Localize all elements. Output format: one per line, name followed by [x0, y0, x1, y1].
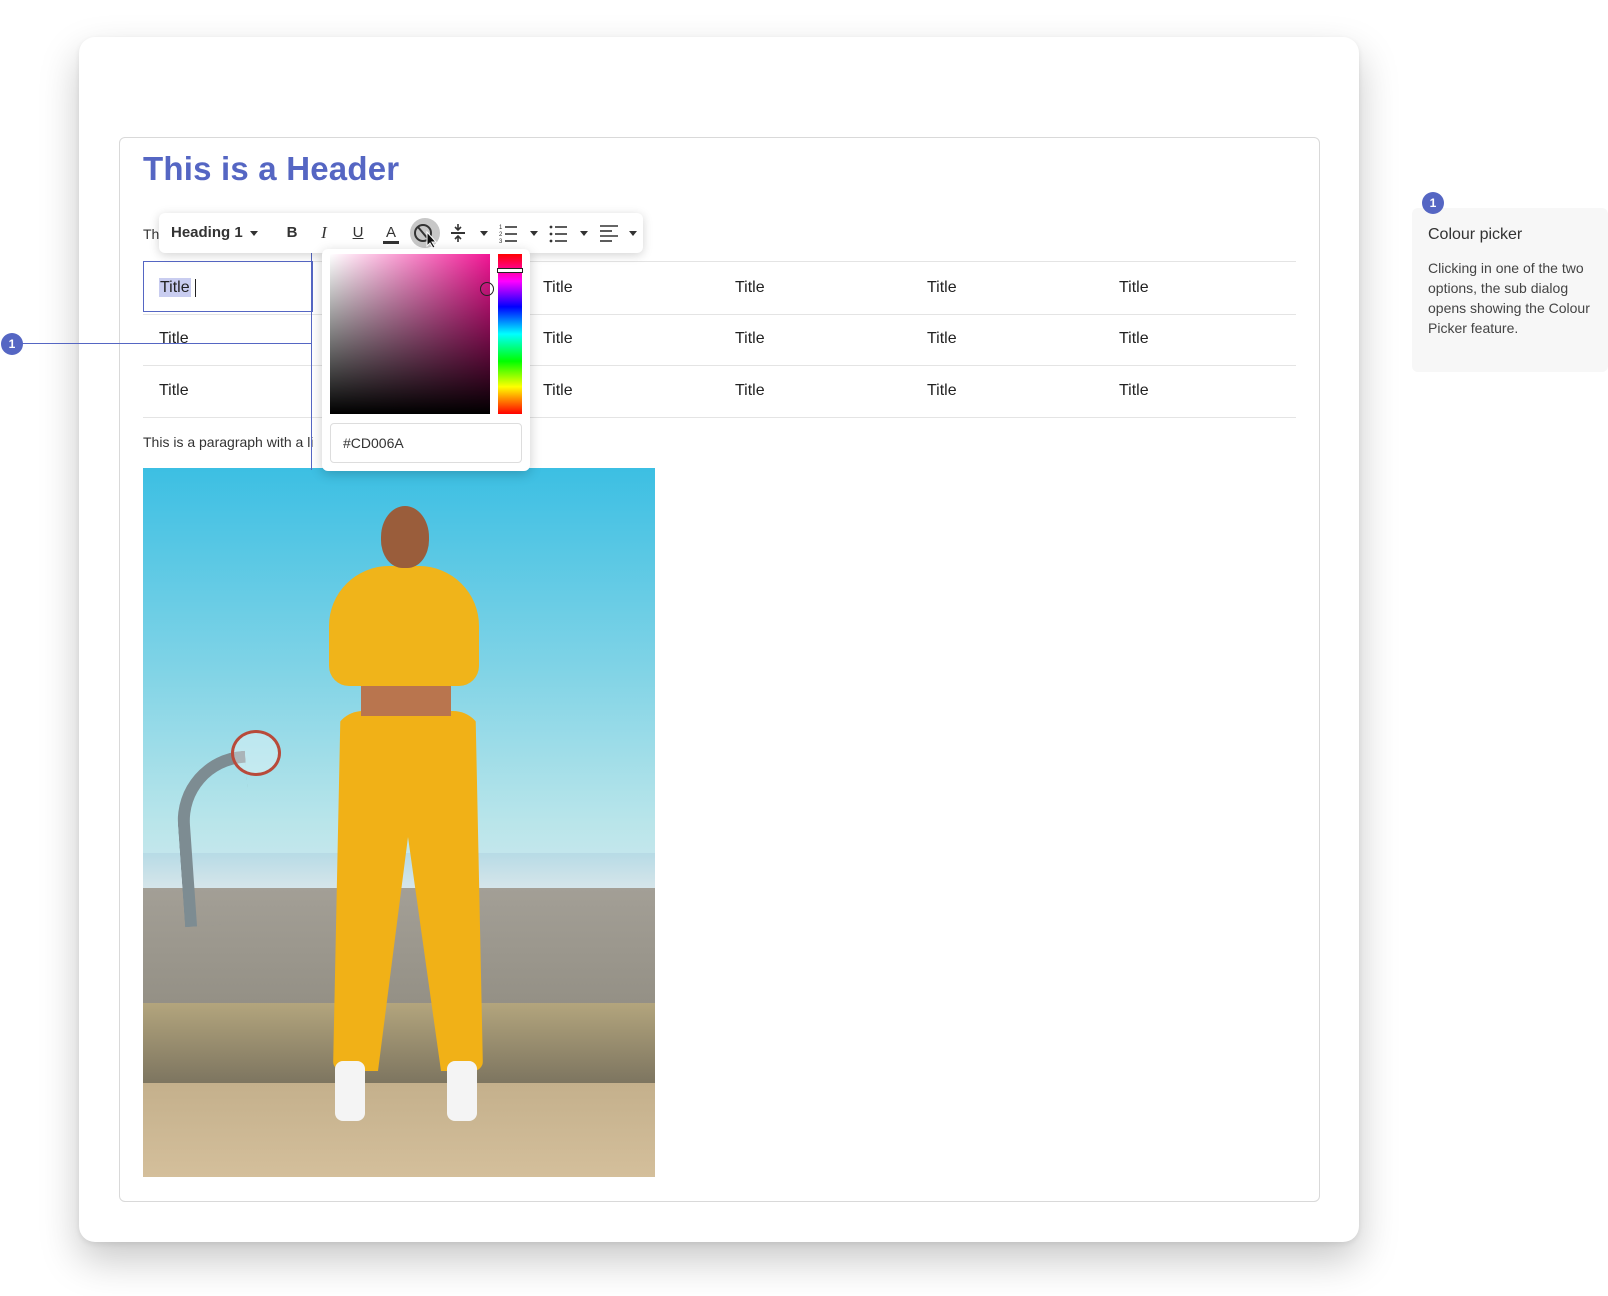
- italic-icon: I: [321, 223, 327, 242]
- annotation-marker: 1: [1, 333, 23, 355]
- annotation-title: Colour picker: [1428, 226, 1523, 243]
- saturation-value-area[interactable]: [330, 254, 494, 414]
- spacing-button[interactable]: [445, 213, 471, 253]
- text-color-icon: A: [385, 224, 396, 241]
- bold-button[interactable]: B: [279, 213, 305, 253]
- underline-icon: U: [352, 224, 364, 241]
- hue-slider[interactable]: [497, 254, 523, 414]
- table-cell[interactable]: Title: [927, 365, 957, 417]
- bulleted-list-button[interactable]: [546, 213, 572, 253]
- spacing-icon: [451, 224, 465, 242]
- block-style-label: Heading 1: [171, 224, 243, 241]
- table-cell[interactable]: Title: [543, 262, 573, 314]
- highlight-color-button[interactable]: [409, 213, 440, 253]
- svg-text:1: 1: [499, 225, 503, 231]
- underline-button[interactable]: U: [345, 213, 371, 253]
- image-boot: [335, 1061, 365, 1121]
- active-cell-outline: [143, 261, 313, 312]
- bulleted-list-icon: [549, 225, 567, 243]
- hue-slider-thumb[interactable]: [497, 268, 523, 273]
- text-color-swatch: [383, 241, 399, 244]
- table-cell[interactable]: Title: [735, 262, 765, 314]
- highlight-color-icon: [414, 224, 438, 249]
- block-style-dropdown[interactable]: Heading 1: [171, 213, 258, 253]
- numbered-list-button[interactable]: 123: [496, 213, 522, 253]
- table-row: Title Title Title Title Title: [143, 261, 1296, 315]
- table-cell[interactable]: Title: [735, 313, 765, 365]
- format-toolbar: Heading 1 B I U A 123: [159, 213, 643, 253]
- italic-button[interactable]: I: [311, 213, 337, 253]
- table-cell[interactable]: Title: [1119, 313, 1149, 365]
- content-image[interactable]: [143, 468, 655, 1177]
- table-cell[interactable]: Title: [1119, 365, 1149, 417]
- intro-paragraph[interactable]: Th: [143, 226, 159, 242]
- table-row: Title Title Title Title Title: [143, 365, 1296, 418]
- table-row: Title Title Title Title Title: [143, 313, 1296, 366]
- saturation-value-handle[interactable]: [480, 282, 494, 296]
- svg-text:2: 2: [499, 232, 503, 238]
- table-cell[interactable]: Title: [735, 365, 765, 417]
- table-cell[interactable]: Title: [159, 365, 189, 417]
- image-hoop-rim: [231, 730, 281, 776]
- annotation-body: Clicking in one of the two options, the …: [1428, 260, 1590, 336]
- image-head: [381, 506, 429, 568]
- table-cell[interactable]: Title: [159, 313, 189, 365]
- table-cell[interactable]: Title: [927, 262, 957, 314]
- bulleted-list-dropdown-icon[interactable]: [580, 231, 588, 236]
- annotation-note: Colour picker Clicking in one of the two…: [1412, 208, 1608, 372]
- document-heading[interactable]: This is a Header: [143, 150, 399, 188]
- svg-text:3: 3: [499, 239, 503, 245]
- table-cell[interactable]: Title: [543, 313, 573, 365]
- numbered-list-icon: 123: [499, 225, 517, 245]
- hex-color-input[interactable]: [330, 423, 522, 463]
- bold-icon: B: [286, 224, 298, 241]
- align-left-icon: [600, 225, 618, 242]
- numbered-list-dropdown-icon[interactable]: [530, 231, 538, 236]
- image-pants: [333, 711, 483, 1071]
- image-hoop-pole: [173, 750, 257, 928]
- body-paragraph[interactable]: This is a paragraph with a li: [143, 434, 313, 450]
- colour-picker-popover: [322, 249, 530, 471]
- spacing-dropdown-icon[interactable]: [480, 231, 488, 236]
- image-person: [311, 506, 501, 1126]
- annotation-marker: 1: [1422, 192, 1444, 214]
- image-boot: [447, 1061, 477, 1121]
- annotation-guide-horizontal: [22, 343, 312, 344]
- table-cell[interactable]: Title: [543, 365, 573, 417]
- chevron-down-icon: [249, 230, 258, 236]
- align-dropdown-icon[interactable]: [629, 231, 637, 236]
- align-button[interactable]: [596, 213, 622, 253]
- table-cell[interactable]: Title: [1119, 262, 1149, 314]
- image-hoodie: [329, 566, 479, 686]
- text-color-button[interactable]: A: [378, 213, 404, 253]
- table-cell[interactable]: Title: [927, 313, 957, 365]
